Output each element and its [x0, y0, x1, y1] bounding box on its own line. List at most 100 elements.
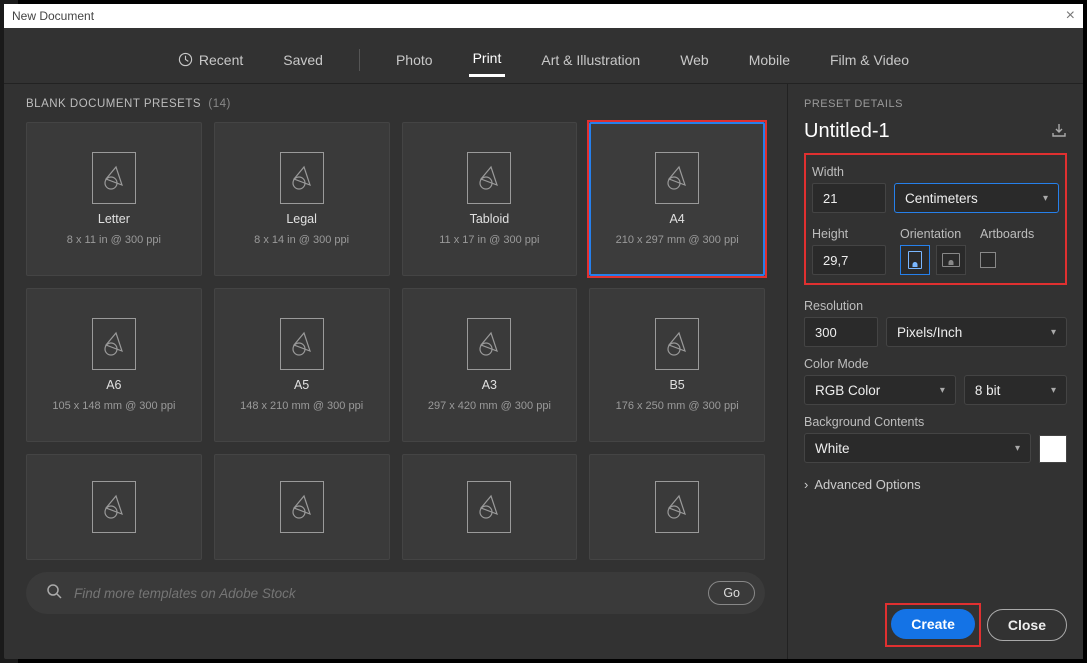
tab-web[interactable]: Web — [676, 44, 713, 76]
tab-label: Recent — [199, 52, 243, 68]
template-search: Go — [26, 572, 765, 614]
tab-mobile[interactable]: Mobile — [745, 44, 794, 76]
preset-card-a5[interactable]: A5 148 x 210 mm @ 300 ppi — [214, 288, 390, 442]
advanced-label: Advanced Options — [814, 477, 920, 492]
advanced-options-toggle[interactable]: › Advanced Options — [804, 477, 1067, 492]
document-icon — [280, 318, 324, 370]
tab-art[interactable]: Art & Illustration — [537, 44, 644, 76]
tab-print[interactable]: Print — [469, 42, 506, 77]
preset-sub: 148 x 210 mm @ 300 ppi — [240, 400, 363, 412]
width-field[interactable] — [812, 183, 886, 213]
orientation-landscape-button[interactable] — [936, 245, 966, 275]
document-icon — [655, 152, 699, 204]
units-value: Centimeters — [905, 191, 978, 206]
document-icon — [467, 318, 511, 370]
tab-photo[interactable]: Photo — [392, 44, 437, 76]
presets-count: (14) — [208, 98, 230, 110]
details-header: PRESET DETAILS — [804, 98, 1067, 110]
titlebar: New Document × — [4, 4, 1083, 28]
preset-title: Legal — [286, 212, 317, 226]
tab-recent[interactable]: Recent — [174, 44, 247, 76]
colormode-label: Color Mode — [804, 357, 1067, 371]
presets-panel: BLANK DOCUMENT PRESETS (14) Letter 8 x 1… — [4, 84, 787, 659]
preset-card-b5[interactable]: B5 176 x 250 mm @ 300 ppi — [589, 288, 765, 442]
tab-label: Art & Illustration — [541, 52, 640, 68]
document-icon — [92, 152, 136, 204]
height-field[interactable] — [812, 245, 886, 275]
tab-label: Print — [473, 50, 502, 66]
resolution-field[interactable] — [804, 317, 878, 347]
resolution-units-select[interactable]: Pixels/Inch ▾ — [886, 317, 1067, 347]
preset-title: Tabloid — [470, 212, 510, 226]
preset-title: B5 — [669, 378, 684, 392]
preset-card-tabloid[interactable]: Tabloid 11 x 17 in @ 300 ppi — [402, 122, 578, 276]
chevron-down-icon: ▾ — [940, 385, 945, 396]
preset-card-letter[interactable]: Letter 8 x 11 in @ 300 ppi — [26, 122, 202, 276]
preset-card-a3[interactable]: A3 297 x 420 mm @ 300 ppi — [402, 288, 578, 442]
tab-label: Film & Video — [830, 52, 909, 68]
height-label: Height — [812, 227, 886, 241]
preset-sub: 8 x 14 in @ 300 ppi — [254, 234, 349, 246]
chevron-down-icon: ▾ — [1043, 193, 1048, 204]
close-icon[interactable]: × — [1066, 7, 1075, 25]
tab-saved[interactable]: Saved — [279, 44, 327, 76]
preset-card-a4[interactable]: A4 210 x 297 mm @ 300 ppi — [589, 122, 765, 276]
preset-card-more[interactable] — [402, 454, 578, 560]
orientation-portrait-button[interactable] — [900, 245, 930, 275]
presets-header-label: BLANK DOCUMENT PRESETS — [26, 98, 201, 110]
resolution-label: Resolution — [804, 299, 1067, 313]
presets-grid: Letter 8 x 11 in @ 300 ppi Legal 8 x 14 … — [26, 122, 765, 560]
artboards-label: Artboards — [980, 227, 1034, 241]
search-input[interactable] — [74, 586, 696, 601]
width-label: Width — [812, 165, 1059, 179]
preset-card-more[interactable] — [214, 454, 390, 560]
bg-color-swatch[interactable] — [1039, 435, 1067, 463]
preset-sub: 210 x 297 mm @ 300 ppi — [616, 234, 739, 246]
document-icon — [655, 481, 699, 533]
preset-title: A4 — [669, 212, 684, 226]
create-button[interactable]: Create — [891, 609, 975, 639]
artboards-checkbox[interactable] — [980, 252, 996, 268]
resolution-units-value: Pixels/Inch — [897, 325, 962, 340]
close-button[interactable]: Close — [987, 609, 1067, 641]
preset-card-a6[interactable]: A6 105 x 148 mm @ 300 ppi — [26, 288, 202, 442]
highlight-annotation: Width Centimeters ▾ Height Orientation — [804, 153, 1067, 285]
preset-card-more[interactable] — [589, 454, 765, 560]
document-icon — [280, 481, 324, 533]
tab-label: Photo — [396, 52, 433, 68]
landscape-icon — [942, 253, 960, 267]
bitdepth-select[interactable]: 8 bit ▾ — [964, 375, 1067, 405]
portrait-icon — [908, 251, 922, 269]
tab-divider — [359, 49, 360, 71]
bitdepth-value: 8 bit — [975, 383, 1001, 398]
preset-card-legal[interactable]: Legal 8 x 14 in @ 300 ppi — [214, 122, 390, 276]
preset-sub: 8 x 11 in @ 300 ppi — [67, 234, 161, 246]
preset-title: Letter — [98, 212, 130, 226]
preset-card-more[interactable] — [26, 454, 202, 560]
presets-header: BLANK DOCUMENT PRESETS (14) — [26, 98, 765, 110]
preset-sub: 176 x 250 mm @ 300 ppi — [616, 400, 739, 412]
tab-label: Saved — [283, 52, 323, 68]
document-icon — [467, 481, 511, 533]
tab-label: Mobile — [749, 52, 790, 68]
tab-label: Web — [680, 52, 709, 68]
save-preset-icon[interactable] — [1051, 123, 1067, 140]
preset-sub: 11 x 17 in @ 300 ppi — [439, 234, 539, 246]
orientation-label: Orientation — [900, 227, 966, 241]
chevron-down-icon: ▾ — [1051, 327, 1056, 338]
bgcontents-select[interactable]: White ▾ — [804, 433, 1031, 463]
tab-film[interactable]: Film & Video — [826, 44, 913, 76]
category-tabs: Recent Saved Photo Print Art & Illustrat… — [4, 28, 1083, 84]
preset-title: A5 — [294, 378, 309, 392]
document-name[interactable]: Untitled-1 — [804, 120, 890, 143]
search-icon — [46, 583, 62, 604]
colormode-select[interactable]: RGB Color ▾ — [804, 375, 956, 405]
chevron-down-icon: ▾ — [1015, 443, 1020, 454]
preset-title: A6 — [106, 378, 121, 392]
document-icon — [280, 152, 324, 204]
document-icon — [92, 318, 136, 370]
preset-title: A3 — [482, 378, 497, 392]
units-select[interactable]: Centimeters ▾ — [894, 183, 1059, 213]
go-button[interactable]: Go — [708, 581, 755, 605]
clock-icon — [178, 52, 193, 67]
